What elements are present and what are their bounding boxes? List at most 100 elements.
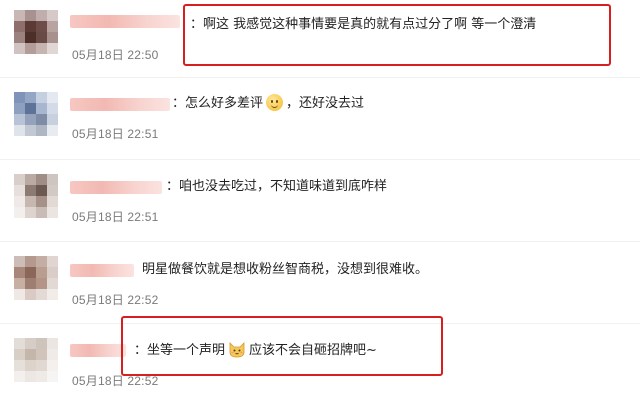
grimace-emoji-icon — [266, 94, 284, 111]
avatar-pixel — [47, 196, 58, 207]
avatar-pixel — [14, 207, 25, 218]
avatar-pixel — [47, 32, 58, 43]
avatar-pixel — [36, 371, 47, 382]
avatar-pixel — [14, 43, 25, 54]
avatar-pixel — [25, 196, 36, 207]
avatar-pixel — [36, 349, 47, 360]
avatar-pixel — [36, 174, 47, 185]
avatar-pixel — [36, 278, 47, 289]
avatar-pixel — [25, 32, 36, 43]
avatar-pixel — [36, 92, 47, 103]
avatar-pixel — [47, 289, 58, 300]
divider — [0, 77, 640, 78]
cat-emoji-icon — [228, 340, 246, 358]
avatar-pixel — [25, 267, 36, 278]
username-blurred[interactable] — [70, 15, 180, 28]
comment-text: ：坐等一个声明 应该不会自砸招牌吧~ — [134, 340, 377, 360]
username-blurred[interactable] — [70, 264, 134, 277]
comment-text: ：怎么好多差评 ，还好没去过 — [172, 94, 364, 113]
avatar-pixel — [47, 338, 58, 349]
avatar-pixel — [47, 10, 58, 21]
avatar-pixel — [14, 32, 25, 43]
avatar[interactable] — [14, 10, 58, 54]
avatar-pixel — [25, 360, 36, 371]
avatar-pixel — [14, 349, 25, 360]
divider — [0, 159, 640, 160]
avatar-pixel — [47, 21, 58, 32]
avatar-pixel — [14, 360, 25, 371]
avatar-pixel — [47, 114, 58, 125]
avatar-pixel — [36, 103, 47, 114]
username-blurred[interactable] — [70, 181, 162, 194]
comment-item: ：怎么好多差评 ，还好没去过 05月18日 22:51 — [0, 80, 640, 160]
comment-timestamp: 05月18日 22:51 — [72, 210, 159, 224]
username-blurred[interactable] — [70, 98, 170, 111]
comment-text-after: 应该不会自砸招牌吧~ — [249, 343, 377, 358]
avatar-pixel — [25, 349, 36, 360]
avatar-pixel — [25, 10, 36, 21]
avatar-pixel — [14, 267, 25, 278]
avatar-pixel — [14, 103, 25, 114]
avatar-pixel — [14, 125, 25, 136]
avatar-pixel — [25, 21, 36, 32]
avatar-pixel — [47, 43, 58, 54]
avatar-pixel — [36, 196, 47, 207]
comment-text: 明星做餐饮就是想收粉丝智商税，没想到很难收。 — [142, 262, 429, 277]
avatar-pixel — [14, 278, 25, 289]
avatar-pixel — [36, 185, 47, 196]
avatar-pixel — [36, 125, 47, 136]
username-blurred[interactable] — [70, 344, 126, 357]
avatar[interactable] — [14, 174, 58, 218]
comment-text-before: ：坐等一个声明 — [134, 343, 226, 358]
avatar-pixel — [36, 338, 47, 349]
avatar-pixel — [36, 207, 47, 218]
comment-text-after: ，还好没去过 — [286, 96, 365, 111]
avatar-pixel — [14, 92, 25, 103]
avatar-pixel — [47, 256, 58, 267]
avatar-pixel — [14, 185, 25, 196]
avatar-pixel — [14, 338, 25, 349]
avatar-pixel — [47, 185, 58, 196]
avatar-pixel — [25, 289, 36, 300]
avatar-pixel — [36, 32, 47, 43]
avatar-pixel — [47, 371, 58, 382]
avatar[interactable] — [14, 256, 58, 300]
avatar-pixel — [25, 174, 36, 185]
comment-timestamp: 05月18日 22:50 — [72, 48, 159, 62]
avatar-pixel — [47, 207, 58, 218]
comment-text-before: ：怎么好多差评 — [172, 96, 264, 111]
avatar-pixel — [36, 10, 47, 21]
avatar-pixel — [25, 338, 36, 349]
avatar-pixel — [36, 114, 47, 125]
avatar-pixel — [47, 125, 58, 136]
avatar-pixel — [14, 174, 25, 185]
comment-item: ：啊这 我感觉这种事情要是真的就有点过分了啊 等一个澄清 05月18日 22:5… — [0, 0, 640, 80]
avatar-pixel — [36, 43, 47, 54]
avatar-pixel — [36, 289, 47, 300]
avatar-pixel — [36, 256, 47, 267]
avatar-pixel — [14, 21, 25, 32]
avatar-pixel — [25, 256, 36, 267]
avatar-pixel — [25, 371, 36, 382]
avatar-pixel — [14, 289, 25, 300]
avatar-pixel — [47, 267, 58, 278]
comment-item: 明星做餐饮就是想收粉丝智商税，没想到很难收。 05月18日 22:52 — [0, 244, 640, 324]
avatar-pixel — [25, 103, 36, 114]
comment-item: ：咱也没去吃过，不知道味道到底咋样 05月18日 22:51 — [0, 162, 640, 242]
comment-text: ：啊这 我感觉这种事情要是真的就有点过分了啊 等一个澄清 — [190, 17, 537, 32]
avatar-pixel — [47, 103, 58, 114]
comment-timestamp: 05月18日 22:51 — [72, 127, 159, 141]
avatar-pixel — [47, 92, 58, 103]
divider — [0, 241, 640, 242]
avatar[interactable] — [14, 338, 58, 382]
avatar-pixel — [25, 278, 36, 289]
comment-item: ：坐等一个声明 应该不会自砸招牌吧~ 05月18日 22:52 — [0, 316, 640, 406]
avatar-pixel — [25, 125, 36, 136]
avatar-pixel — [36, 267, 47, 278]
avatar-pixel — [25, 185, 36, 196]
comment-text: ：咱也没去吃过，不知道味道到底咋样 — [166, 179, 388, 194]
avatar-pixel — [25, 207, 36, 218]
avatar-pixel — [47, 349, 58, 360]
avatar[interactable] — [14, 92, 58, 136]
avatar-pixel — [47, 360, 58, 371]
